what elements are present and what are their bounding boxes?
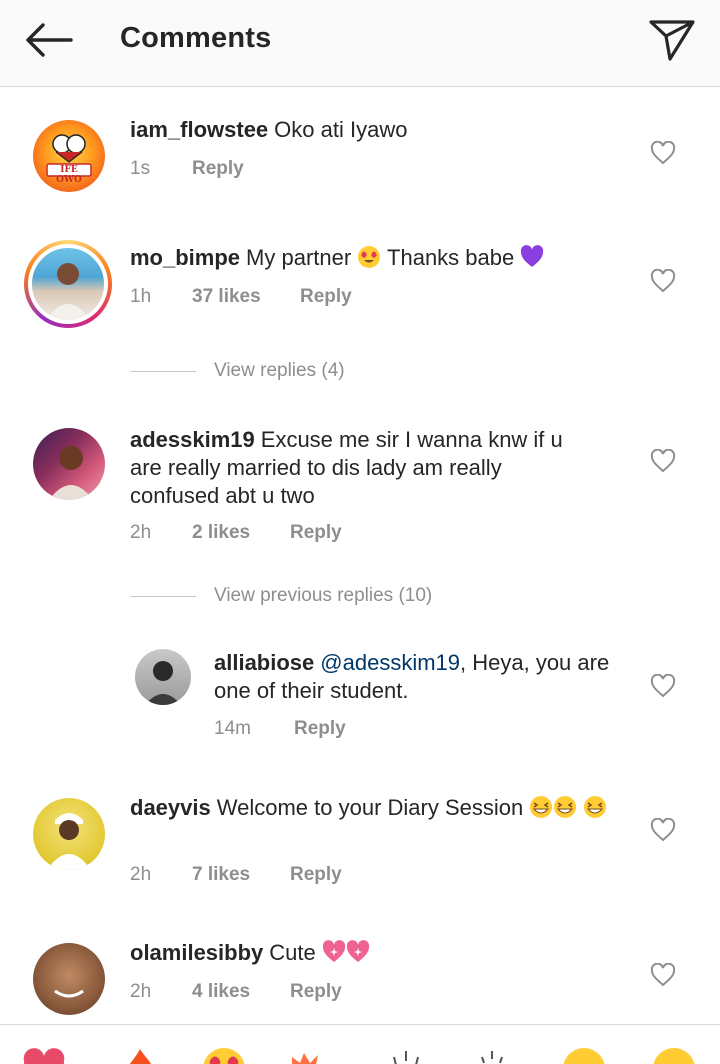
username[interactable]: adesskim19	[130, 427, 255, 452]
grinning-squint-emoji	[530, 796, 553, 818]
comment-meta: 2h 2 likes Reply	[130, 522, 342, 544]
send-button[interactable]	[646, 16, 698, 64]
timestamp: 1s	[130, 158, 151, 179]
divider-line	[130, 370, 196, 372]
username[interactable]: daeyvis	[130, 795, 211, 820]
avatar-photo	[28, 244, 108, 324]
avatar-badge-text: IFE OWO	[56, 165, 82, 185]
username[interactable]: olamilesibby	[130, 940, 263, 965]
comment-meta: 1h 37 likes Reply	[130, 286, 352, 308]
reply-button[interactable]: Reply	[294, 718, 346, 740]
reply-button[interactable]: Reply	[290, 522, 342, 544]
like-button[interactable]	[648, 671, 678, 701]
fire-emoji-button[interactable]	[118, 1047, 162, 1064]
purple-heart-emoji	[521, 245, 544, 267]
heart-outline-icon	[650, 674, 676, 698]
like-button[interactable]	[648, 815, 678, 845]
heart-outline-icon	[650, 963, 676, 987]
back-button[interactable]	[20, 18, 76, 62]
comment-text: daeyvis Welcome to your Diary Session	[130, 794, 620, 822]
timestamp: 14m	[214, 718, 251, 739]
timestamp: 2h	[130, 522, 152, 543]
raised-hands-emoji-button[interactable]	[384, 1047, 428, 1064]
reply-button[interactable]: Reply	[290, 981, 342, 1003]
view-replies-button[interactable]: View replies (4)	[130, 360, 345, 382]
avatar[interactable]	[33, 428, 105, 500]
like-button[interactable]	[648, 138, 678, 168]
view-replies-label: View replies (4)	[214, 360, 345, 381]
likes-count[interactable]: 37 likes	[192, 286, 300, 308]
like-button[interactable]	[648, 266, 678, 296]
timestamp: 2h	[130, 981, 152, 1002]
mention-link[interactable]: @adesskim19	[320, 650, 460, 675]
red-heart-emoji-button[interactable]	[22, 1047, 66, 1064]
comment-content-a: My partner	[246, 245, 352, 270]
header-bar: Comments	[0, 0, 720, 87]
heart-outline-icon	[650, 269, 676, 293]
comment-meta: 14m Reply	[214, 718, 346, 740]
sparkling-heart-emoji	[346, 940, 370, 962]
heart-eyes-emoji-button[interactable]	[202, 1047, 246, 1064]
comment-meta: 2h 4 likes Reply	[130, 981, 342, 1003]
comment-content: Welcome to your Diary Session	[216, 795, 524, 820]
smile-emoji-button[interactable]	[562, 1047, 606, 1064]
comment-meta: 1s Reply	[130, 158, 244, 180]
avatar[interactable]	[33, 798, 105, 870]
comment-text: adesskim19 Excuse me sir I wanna knw if u…	[130, 426, 590, 510]
heart-outline-icon	[650, 141, 676, 165]
view-replies-label: View previous replies (10)	[214, 585, 433, 606]
comment-content-b: Thanks babe	[387, 245, 515, 270]
likes-count[interactable]: 7 likes	[192, 864, 290, 886]
comment-content: Oko ati Iyawo	[274, 117, 408, 142]
heart-eyes-emoji	[358, 246, 381, 268]
comment-text: olamilesibby Cute	[130, 939, 600, 967]
username[interactable]: alliabiose	[214, 650, 314, 675]
likes-count[interactable]: 2 likes	[192, 522, 290, 544]
username[interactable]: iam_flowstee	[130, 117, 268, 142]
likes-count[interactable]: 4 likes	[192, 981, 290, 1003]
send-icon	[649, 20, 695, 61]
like-button[interactable]	[648, 960, 678, 990]
reply-button[interactable]: Reply	[300, 286, 352, 308]
clap-emoji-button[interactable]	[288, 1047, 332, 1064]
view-previous-replies-button[interactable]: View previous replies (10)	[130, 585, 432, 607]
back-arrow-icon	[26, 23, 73, 57]
heart-outline-icon	[650, 818, 676, 842]
avatar[interactable]	[135, 649, 191, 705]
avatar[interactable]	[24, 240, 112, 328]
avatar[interactable]	[33, 943, 105, 1015]
page-title: Comments	[120, 22, 272, 54]
emoji-reaction-bar	[0, 1024, 720, 1064]
comments-list[interactable]: IFE OWO iam_flowstee Oko ati Iyawo 1s Rep…	[0, 88, 720, 1024]
reply-button[interactable]: Reply	[192, 158, 244, 180]
comment-meta: 2h 7 likes Reply	[130, 864, 342, 886]
comment-text: alliabiose @adesskim19, Heya, you are one…	[214, 649, 614, 705]
celebration-emoji-button[interactable]	[470, 1047, 514, 1064]
heart-outline-icon	[650, 449, 676, 473]
timestamp: 1h	[130, 286, 152, 307]
avatar[interactable]: IFE OWO	[33, 120, 105, 192]
reply-button[interactable]: Reply	[290, 864, 342, 886]
sparkling-heart-emoji	[322, 940, 346, 962]
timestamp: 2h	[130, 864, 152, 885]
like-button[interactable]	[648, 446, 678, 476]
comment-text: iam_flowstee Oko ati Iyawo	[130, 116, 600, 144]
grinning-squint-emoji	[554, 796, 577, 818]
laughing-emoji-button[interactable]	[652, 1047, 696, 1064]
username[interactable]: mo_bimpe	[130, 245, 240, 270]
divider-line	[130, 595, 196, 597]
comment-text: mo_bimpe My partner Thanks babe	[130, 244, 600, 272]
comment-content: Cute	[269, 940, 316, 965]
grinning-squint-emoji	[584, 796, 607, 818]
